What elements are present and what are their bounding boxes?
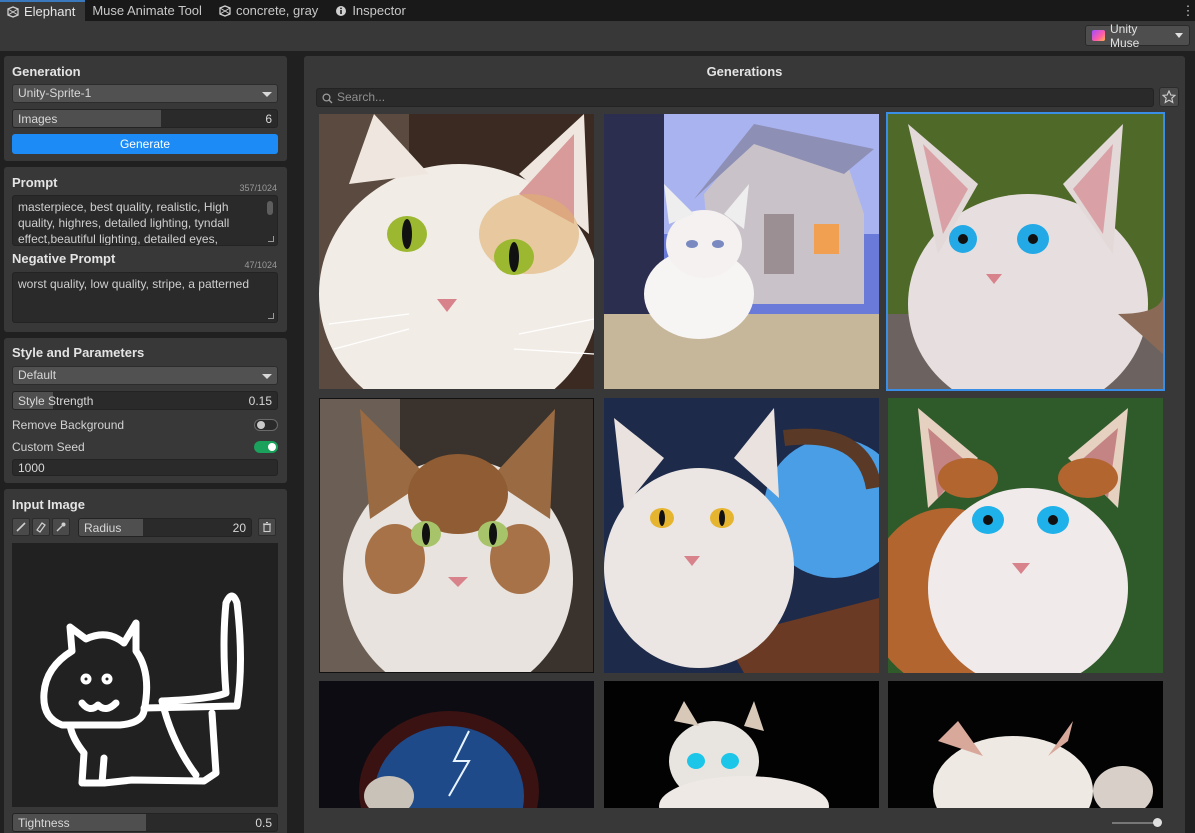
generated-image-8[interactable] — [604, 681, 879, 808]
generations-panel: Generations Search... — [304, 56, 1185, 833]
seed-input[interactable]: 1000 — [12, 459, 278, 476]
eyedropper-icon — [56, 522, 66, 532]
resize-grip-icon[interactable] — [268, 236, 274, 242]
cat-image — [320, 399, 593, 672]
search-icon — [322, 93, 333, 104]
generation-title: Generation — [12, 64, 81, 79]
style-strength-label: Style Strength — [18, 394, 94, 408]
radius-value: 20 — [232, 521, 246, 535]
chevron-down-icon — [262, 374, 272, 379]
scrollbar[interactable] — [267, 201, 273, 215]
info-icon — [336, 5, 347, 16]
input-image-panel: Input Image Radius 20 Tightness 0.5 — [4, 489, 287, 833]
generated-image-7[interactable] — [319, 681, 594, 808]
more-options-icon[interactable]: ⋮ — [1181, 0, 1195, 21]
cat-image — [604, 114, 879, 389]
tightness-value: 0.5 — [255, 816, 272, 830]
muse-logo-icon — [1092, 30, 1105, 41]
model-dropdown[interactable]: Unity-Sprite-1 — [12, 84, 278, 103]
search-placeholder: Search... — [337, 90, 386, 104]
model-value: Unity-Sprite-1 — [18, 86, 92, 100]
clear-canvas-button[interactable] — [258, 518, 276, 536]
radius-label: Radius — [84, 521, 122, 535]
cat-image — [319, 114, 594, 389]
chevron-down-icon — [262, 92, 272, 97]
sketch-canvas[interactable] — [12, 543, 278, 807]
thumbnail-size-slider[interactable] — [1112, 818, 1162, 827]
tab-concrete-gray[interactable]: concrete, gray — [212, 0, 328, 21]
images-label: Images — [18, 112, 58, 126]
cat-image — [319, 681, 594, 808]
cat-image — [604, 398, 879, 673]
style-dropdown[interactable]: Default — [12, 366, 278, 385]
style-strength-slider[interactable]: Style Strength 0.15 — [12, 391, 278, 410]
resize-grip-icon[interactable] — [268, 313, 274, 319]
tightness-label: Tightness — [18, 816, 70, 830]
cat-image — [888, 398, 1163, 673]
prompt-panel: Prompt 357/1024 masterpiece, best qualit… — [4, 167, 287, 332]
tab-label: Muse Animate Tool — [92, 3, 202, 18]
style-value: Default — [18, 368, 57, 382]
radius-slider[interactable]: Radius 20 — [78, 518, 252, 537]
negative-prompt-field[interactable]: worst quality, low quality, stripe, a pa… — [12, 272, 278, 323]
remove-background-toggle[interactable] — [254, 419, 278, 431]
generation-panel: Generation Unity-Sprite-1 Images 6 Gener… — [4, 56, 287, 161]
negative-prompt-counter: 47/1024 — [244, 260, 277, 270]
custom-seed-toggle[interactable] — [254, 441, 278, 453]
prompt-text: masterpiece, best quality, realistic, Hi… — [18, 200, 230, 246]
brush-icon — [16, 522, 26, 532]
generations-title: Generations — [706, 64, 783, 79]
generated-image-4[interactable] — [319, 398, 594, 673]
images-slider[interactable]: Images 6 — [12, 109, 278, 128]
generated-image-9[interactable] — [888, 681, 1163, 808]
input-image-title: Input Image — [12, 497, 85, 512]
tab-label: concrete, gray — [235, 3, 319, 18]
cat-image — [888, 681, 1163, 808]
generated-image-1[interactable] — [319, 114, 594, 389]
unity-icon — [219, 4, 231, 17]
eraser-icon — [36, 522, 46, 533]
tab-label: Elephant — [24, 4, 76, 19]
prompt-field[interactable]: masterpiece, best quality, realistic, Hi… — [12, 195, 278, 246]
tightness-slider[interactable]: Tightness 0.5 — [12, 813, 278, 832]
eraser-tool-button[interactable] — [32, 518, 50, 536]
style-parameters-title: Style and Parameters — [12, 345, 145, 360]
generate-button[interactable]: Generate — [12, 134, 278, 154]
muse-label: Unity Muse — [1110, 21, 1140, 50]
brush-tool-button[interactable] — [12, 518, 30, 536]
style-strength-value: 0.15 — [248, 394, 272, 408]
tab-label: Inspector — [352, 3, 406, 18]
editor-tab-bar: Elephant Muse Animate Tool concrete, gra… — [0, 0, 1195, 21]
negative-prompt-text: worst quality, low quality, stripe, a pa… — [18, 277, 249, 291]
generated-image-6[interactable] — [888, 398, 1163, 673]
favorites-button[interactable] — [1159, 87, 1179, 107]
style-parameters-panel: Style and Parameters Default Style Stren… — [4, 338, 287, 483]
eyedropper-tool-button[interactable] — [52, 518, 70, 536]
generated-image-2[interactable] — [604, 114, 879, 389]
generated-image-3[interactable] — [886, 112, 1165, 391]
tab-elephant[interactable]: Elephant — [0, 0, 86, 21]
toolbar: Unity Muse — [0, 21, 1195, 51]
chevron-down-icon — [1175, 33, 1183, 38]
unity-muse-dropdown[interactable]: Unity Muse — [1085, 22, 1190, 50]
prompt-title: Prompt — [12, 175, 58, 190]
custom-seed-label: Custom Seed — [12, 440, 85, 454]
tab-muse-animate-tool[interactable]: Muse Animate Tool — [85, 0, 212, 21]
search-input[interactable]: Search... — [316, 88, 1154, 107]
unity-icon — [7, 5, 19, 18]
trash-icon — [263, 521, 271, 533]
remove-background-label: Remove Background — [12, 418, 125, 432]
slider-knob[interactable] — [1153, 818, 1162, 827]
generated-image-5[interactable] — [604, 398, 879, 673]
cat-image — [888, 114, 1163, 389]
tab-inspector[interactable]: Inspector — [328, 0, 415, 21]
images-value: 6 — [265, 112, 272, 126]
cat-image — [604, 681, 879, 808]
star-icon — [1162, 90, 1176, 104]
negative-prompt-title: Negative Prompt — [12, 251, 116, 266]
prompt-counter: 357/1024 — [239, 183, 277, 193]
cat-sketch-drawing — [40, 592, 244, 787]
